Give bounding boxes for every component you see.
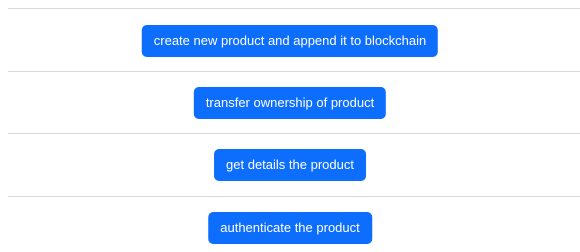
divider-3 bbox=[8, 196, 580, 197]
create-product-button[interactable]: create new product and append it to bloc… bbox=[141, 25, 439, 57]
get-details-button[interactable]: get details the product bbox=[214, 149, 366, 181]
divider-2 bbox=[8, 133, 580, 134]
authenticate-product-button[interactable]: authenticate the product bbox=[208, 212, 372, 244]
divider-1 bbox=[8, 71, 580, 72]
transfer-ownership-button[interactable]: transfer ownership of product bbox=[193, 87, 387, 119]
divider-top bbox=[8, 8, 580, 9]
